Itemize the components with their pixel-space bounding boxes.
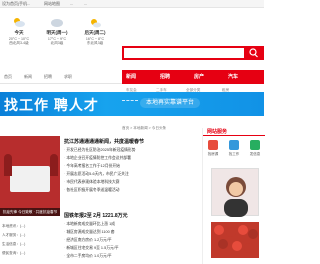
weather-wind: 北风3级 (50, 41, 64, 45)
edit-icon (250, 140, 260, 150)
photo-caption: 抗疫先锋 今日致敬 · 共度抗疫春节 (0, 208, 60, 216)
banner-subtitle: 本地再实靠谱平台 (140, 98, 201, 108)
weather-day-label: 今天 (14, 30, 24, 35)
news-item[interactable]: 市民代表参观体验本地科技大赛 (64, 180, 119, 185)
quick-link-label: 找房源 (207, 152, 219, 156)
search-input[interactable] (122, 46, 264, 60)
sidebar-title: 网站服务 (207, 129, 228, 135)
weather-wind: 西北风3-4级 (9, 41, 29, 45)
person-shape (50, 154, 58, 176)
weather-day-label: 后天(周二) (84, 30, 106, 35)
quick-link-house[interactable]: 找房源 (203, 140, 223, 157)
topbar-link-3[interactable]: ... (70, 1, 73, 6)
person-shape (4, 154, 12, 176)
jobs-banner[interactable]: 找工作 聘人才 本地再实靠谱平台 (0, 92, 264, 116)
news-photo[interactable]: 抗疫先锋 今日致敬 · 共度抗疫春节 (0, 136, 60, 216)
tab-resume[interactable]: 求职 (64, 74, 72, 80)
search-icon (249, 48, 258, 58)
weather-day-after: 后天(周二) 16°C ~ 8°C 东北风3级 (76, 12, 114, 56)
ad-portrait[interactable] (211, 168, 259, 217)
topbar-link-home[interactable]: 设为首页|手机... (2, 1, 30, 7)
weather-day-label: 明天(周一) (46, 30, 68, 35)
portrait-illustration (224, 177, 248, 217)
news-item[interactable]: 新城区住宅交易 9至 1.5万元/平 (64, 246, 118, 251)
news-headline[interactable]: 抗江苏通通通通新闻，共度温暖春节 (64, 138, 144, 145)
search-button[interactable] (244, 46, 264, 60)
quick-link-post[interactable]: 发信息 (245, 140, 265, 157)
banner-divider (122, 100, 138, 102)
news-item[interactable]: 开展志愿活动5-6天内，市民广泛关注 (64, 172, 128, 177)
nav-item-jobs[interactable]: 招聘 (160, 73, 170, 80)
left-tabs: 首页 新闻 招聘 求职 (0, 70, 122, 84)
news-item[interactable]: 本地新房成交量环比上涨 1成 (64, 222, 115, 227)
ad-flowers[interactable] (211, 222, 259, 258)
news-item[interactable]: 本地企业召开疫情防控工作会议并部署 (64, 156, 131, 161)
left-link[interactable]: 本地资讯：(...) (2, 224, 25, 229)
weather-day-today: 今天 20°C ~ 10°C 西北风3-4级 (0, 12, 38, 56)
topbar-link-4[interactable]: ... (84, 1, 87, 6)
left-link[interactable]: 人才服务：(...) (2, 233, 25, 238)
news-item[interactable]: 全市二手房均价 1.0万元/平 (64, 254, 111, 259)
nav-item-car[interactable]: 汽车 (228, 73, 238, 80)
news-item[interactable]: 经济区南方房价 1.2万元/平 (64, 238, 111, 243)
left-link[interactable]: 便民查询：(...) (2, 251, 25, 256)
left-links: 本地资讯：(...) 人才服务：(...) 生活信息：(...) 便民查询：(.… (0, 216, 60, 264)
right-sidebar: 网站服务 找房源 找工作 发信息 (202, 128, 265, 264)
news-headline[interactable]: 国铁年报2至 2月 1221.8万元 (64, 212, 128, 219)
sidebar-divider (203, 135, 265, 136)
news-item[interactable]: 各社区积极开展冬季送温暖活动 (64, 188, 119, 193)
top-bar: 设为首页|手机... 网站地图 ... ... (0, 0, 264, 8)
quick-link-label: 找工作 (228, 152, 240, 156)
quick-link-label: 发信息 (249, 152, 261, 156)
weather-wind: 东北风3级 (86, 41, 104, 45)
left-link[interactable]: 生活信息：(...) (2, 242, 25, 247)
main-nav: 新闻 招聘 房产 汽车 (122, 70, 264, 84)
topbar-link-sitemap[interactable]: 网站地图 (44, 1, 60, 7)
nav-item-news[interactable]: 新闻 (126, 73, 136, 80)
cloudy-sun-icon (14, 18, 25, 27)
quick-link-jobs[interactable]: 找工作 (224, 140, 244, 157)
tab-home[interactable]: 首页 (4, 74, 12, 80)
car-shape (10, 166, 50, 192)
weather-widget: 今天 20°C ~ 10°C 西北风3-4级 明天(周一) 17°C ~ 9°C… (0, 12, 112, 56)
weather-day-tomorrow: 明天(周一) 17°C ~ 9°C 北风3级 (38, 12, 76, 56)
flowers-illustration (214, 225, 258, 253)
banner-title: 找工作 聘人才 (4, 97, 99, 113)
news-item[interactable]: 开发已经为社区防治2025年新冠疫情形势 (64, 148, 135, 153)
cloud-sun-icon (91, 19, 101, 28)
briefcase-icon (229, 140, 239, 150)
house-icon (208, 140, 218, 150)
news-item[interactable]: 城区房源成交量达到 1100 套 (64, 230, 114, 235)
news-list: 抗江苏通通通通新闻，共度温暖春节 开发已经为社区防治2025年新冠疫情形势 本地… (60, 136, 200, 264)
tab-jobs[interactable]: 招聘 (44, 74, 52, 80)
news-item[interactable]: 今年高考报名工作于12月份开始 (64, 164, 120, 169)
cloudy-icon (51, 19, 63, 27)
tab-news[interactable]: 新闻 (24, 74, 32, 80)
nav-item-house[interactable]: 房产 (194, 73, 204, 80)
